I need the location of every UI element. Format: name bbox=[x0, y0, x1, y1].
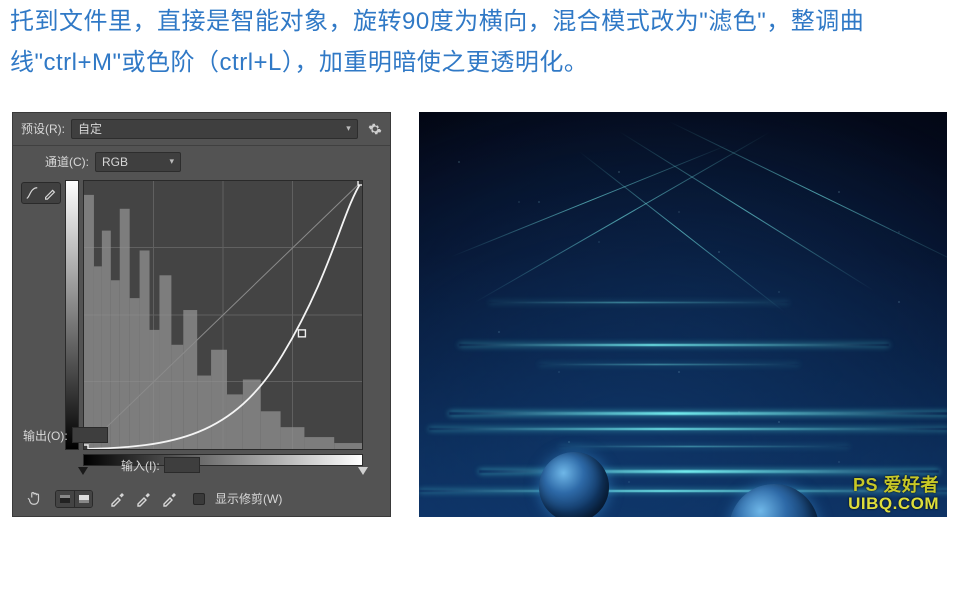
light-streak bbox=[539, 364, 799, 365]
preset-label: 预设(R): bbox=[21, 120, 65, 137]
sphere bbox=[729, 484, 819, 517]
black-point-slider[interactable] bbox=[78, 467, 88, 475]
light-ray bbox=[669, 121, 947, 267]
curve-tool-group bbox=[21, 182, 61, 204]
chevron-down-icon: ▾ bbox=[346, 123, 351, 134]
light-streak bbox=[489, 302, 789, 303]
watermark: PS 爱好者 UIBQ.COM bbox=[848, 476, 939, 513]
chevron-down-icon: ▾ bbox=[169, 156, 174, 167]
gear-icon[interactable] bbox=[368, 122, 382, 136]
white-point-slider[interactable] bbox=[358, 467, 368, 475]
target-adjust-icon[interactable] bbox=[23, 490, 45, 508]
white-point-eyedropper[interactable] bbox=[161, 491, 177, 507]
light-ray bbox=[474, 132, 769, 303]
highlight-toggle[interactable] bbox=[74, 491, 92, 507]
watermark-line2: UIBQ.COM bbox=[848, 495, 939, 513]
light-streak bbox=[419, 490, 947, 492]
channel-value: RGB bbox=[102, 155, 128, 169]
input-row: 输入(I): bbox=[121, 457, 200, 474]
auto-toggle-group bbox=[55, 490, 93, 508]
preset-value: 自定 bbox=[78, 120, 102, 137]
curves-graph-area bbox=[65, 180, 369, 480]
input-value-field[interactable] bbox=[164, 457, 200, 473]
content-row: 预设(R): 自定 ▾ 通道(C): RGB ▾ bbox=[0, 112, 959, 517]
sphere bbox=[539, 452, 609, 517]
output-value-field[interactable] bbox=[72, 427, 108, 443]
input-label: 输入(I): bbox=[121, 457, 160, 474]
light-streak bbox=[429, 428, 947, 430]
gray-point-eyedropper[interactable] bbox=[135, 491, 151, 507]
preset-row: 预设(R): 自定 ▾ bbox=[13, 113, 390, 146]
eyedropper-group bbox=[109, 491, 177, 507]
output-row: 输出(O): bbox=[23, 427, 108, 444]
light-streak bbox=[459, 344, 889, 346]
light-streak bbox=[449, 412, 947, 415]
channel-row: 通道(C): RGB ▾ bbox=[13, 146, 390, 176]
watermark-line1: PS 爱好者 bbox=[848, 476, 939, 495]
light-streak bbox=[559, 446, 849, 447]
black-point-eyedropper[interactable] bbox=[109, 491, 125, 507]
channel-dropdown[interactable]: RGB ▾ bbox=[95, 152, 181, 172]
curve-tool-icon[interactable] bbox=[24, 185, 40, 201]
show-clipping-checkbox[interactable] bbox=[193, 493, 205, 505]
curves-plot[interactable] bbox=[83, 180, 363, 450]
output-gradient bbox=[65, 180, 79, 450]
preset-dropdown[interactable]: 自定 ▾ bbox=[71, 119, 358, 139]
channel-label: 通道(C): bbox=[45, 153, 89, 170]
instruction-text: 托到文件里，直接是智能对象，旋转90度为横向，混合模式改为"滤色"，整调曲线"c… bbox=[0, 0, 959, 94]
output-label: 输出(O): bbox=[23, 427, 68, 444]
light-ray bbox=[619, 131, 874, 291]
show-clipping-label: 显示修剪(W) bbox=[215, 490, 282, 507]
light-ray bbox=[579, 151, 784, 312]
curves-adjustment-panel: 预设(R): 自定 ▾ 通道(C): RGB ▾ bbox=[12, 112, 391, 517]
light-streak bbox=[479, 470, 939, 473]
bottom-toolbar: 显示修剪(W) bbox=[13, 490, 390, 508]
tools-column bbox=[21, 180, 61, 204]
pencil-tool-icon[interactable] bbox=[42, 185, 58, 201]
light-ray bbox=[451, 144, 730, 257]
result-preview: PS 爱好者 UIBQ.COM bbox=[419, 112, 947, 517]
shadow-toggle[interactable] bbox=[56, 491, 74, 507]
